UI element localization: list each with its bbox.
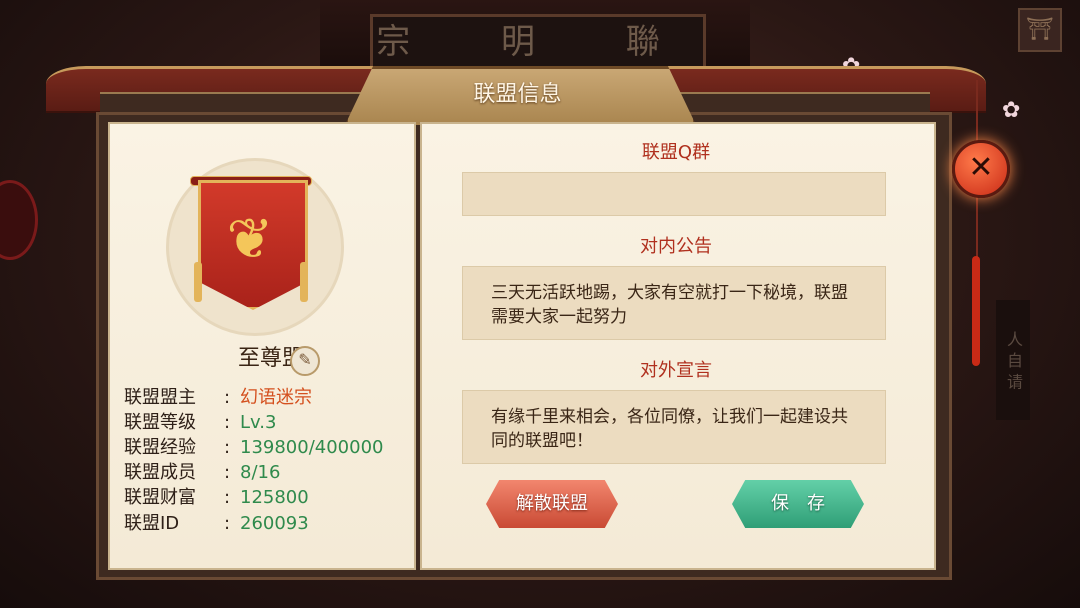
info-value-members: 8/16 [240, 462, 281, 483]
external-declaration-input[interactable]: 有缘千里来相会，各位同僚，让我们一起建设共同的联盟吧！ [462, 390, 886, 464]
qq-group-input[interactable] [462, 172, 886, 216]
info-colon: : [223, 437, 231, 458]
info-value-level: Lv.3 [240, 412, 277, 433]
background-sign: 宗 明 聯 [370, 14, 706, 70]
info-row-experience: 联盟经验:139800/400000 [124, 436, 384, 460]
background-scroll: 人 自 请 [996, 300, 1030, 420]
blossom-icon: ✿ [1002, 98, 1021, 123]
info-row-members: 联盟成员:8/16 [124, 461, 280, 485]
banner-tassel-left [194, 262, 202, 302]
info-row-level: 联盟等级: Lv.3 [124, 411, 276, 435]
background-corner-icon: ⛩ [1018, 8, 1062, 52]
info-colon: : [223, 462, 231, 483]
background-seal-icon [0, 180, 38, 260]
banner-tassel-right [300, 262, 308, 302]
internal-notice-input[interactable]: 三天无活跃地踢，大家有空就打一下秘境，联盟需要大家一起努力 [462, 266, 886, 340]
info-value-experience: 139800/400000 [240, 437, 384, 458]
save-button[interactable]: 保存 [732, 480, 864, 528]
disband-alliance-button[interactable]: 解散联盟 [486, 480, 618, 528]
info-colon: : [223, 387, 231, 408]
info-label: 联盟ID [124, 513, 180, 534]
info-label: 联盟盟主 [124, 387, 196, 408]
info-row-wealth: 联盟财富:125800 [124, 486, 309, 510]
external-declaration-title: 对外宣言 [640, 360, 712, 381]
alliance-name: 至尊盟 [237, 346, 304, 371]
qq-group-title: 联盟Q群 [641, 142, 711, 163]
info-value-id: 260093 [240, 513, 309, 534]
info-label: 联盟成员 [124, 462, 196, 483]
info-colon: : [223, 513, 231, 534]
dialog-title: 联盟信息 [473, 82, 562, 107]
edit-brush-icon[interactable]: ✎ [290, 346, 320, 376]
info-value-leader: 幻语迷宗 [240, 387, 312, 408]
internal-notice-title: 对内公告 [640, 236, 712, 257]
info-row-id: 联盟ID:260093 [124, 512, 309, 536]
info-label: 联盟等级 [124, 412, 196, 433]
info-colon: : [223, 487, 231, 508]
info-colon: : [223, 412, 231, 433]
info-label: 联盟财富 [124, 487, 196, 508]
dragon-banner-icon: ❦ [226, 207, 274, 272]
lantern-tassel [972, 256, 980, 366]
info-row-leader: 联盟盟主: 幻语迷宗 [124, 386, 312, 410]
info-value-wealth: 125800 [240, 487, 309, 508]
info-label: 联盟经验 [124, 437, 196, 458]
close-button[interactable]: ✕ [952, 140, 1010, 198]
